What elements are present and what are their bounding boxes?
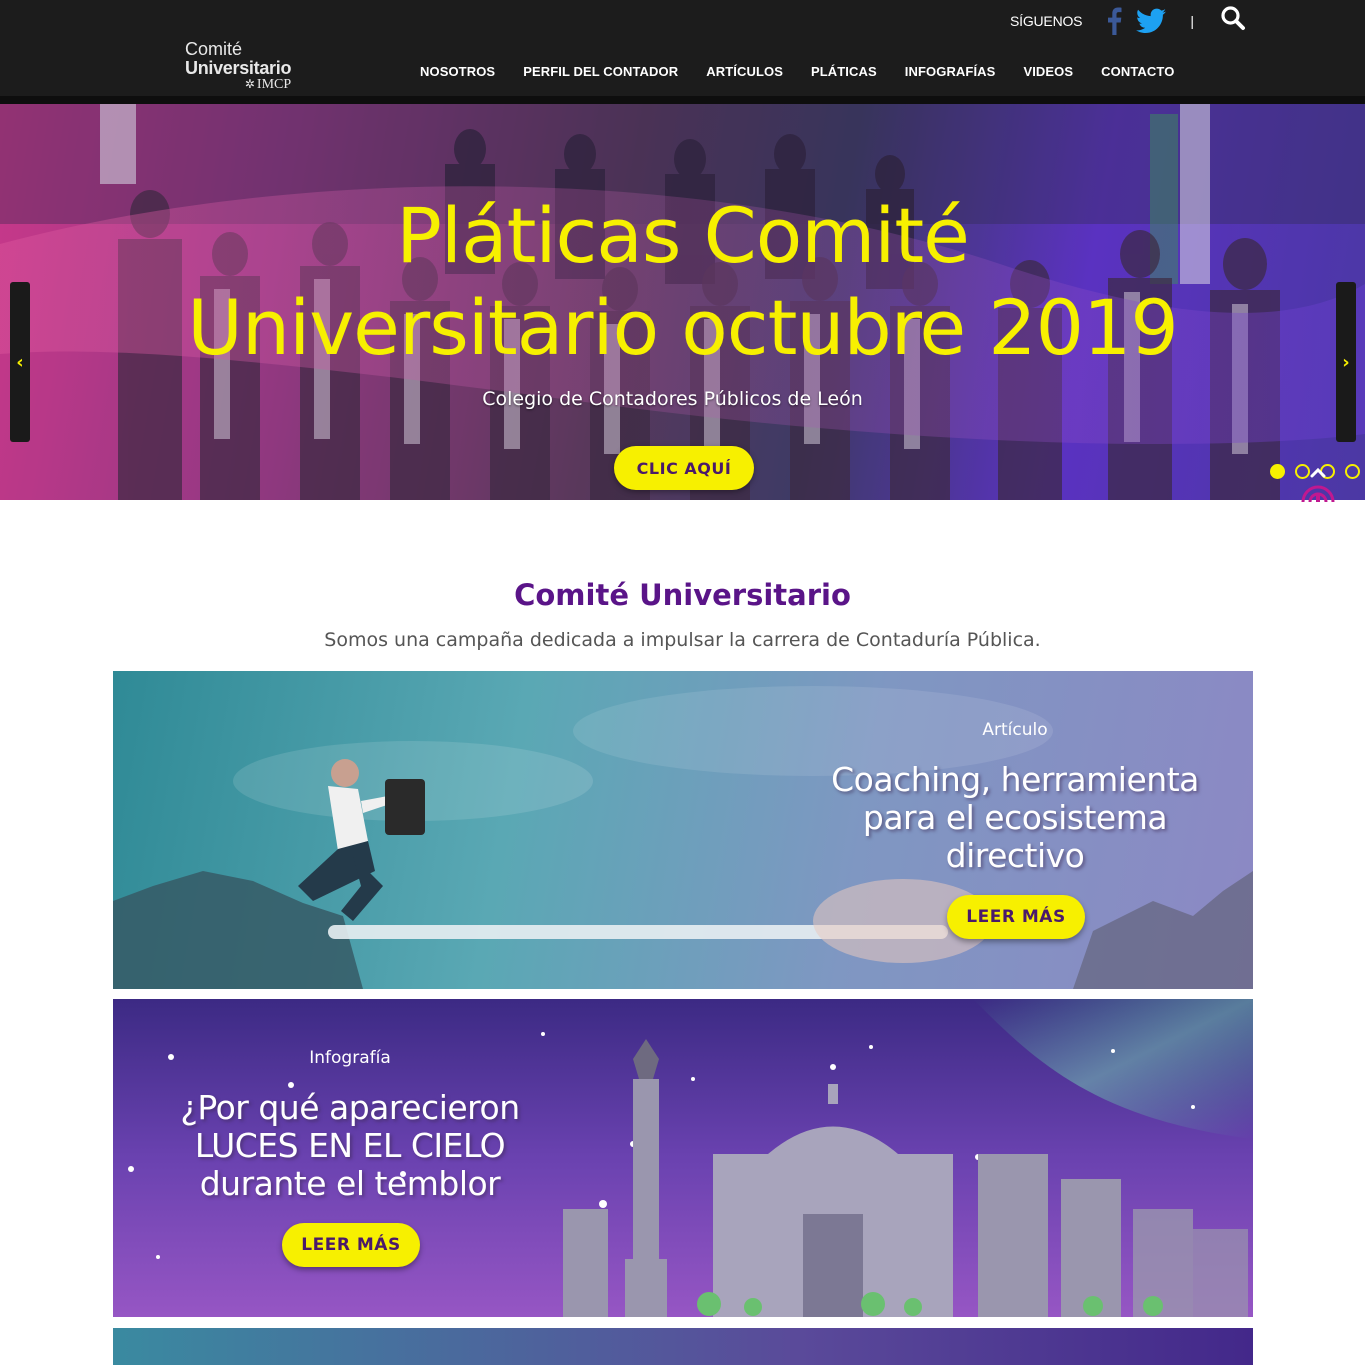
scroll-to-top-icon[interactable] xyxy=(1300,462,1336,506)
hero-cta-button[interactable]: CLIC AQUÍ xyxy=(614,446,754,490)
nav-articulos[interactable]: ARTÍCULOS xyxy=(706,64,783,79)
hero-title-line-1: Pláticas Comité xyxy=(396,191,970,280)
chevron-right-icon: › xyxy=(1342,351,1350,373)
slider-dot-1[interactable] xyxy=(1270,464,1285,479)
twitter-icon[interactable] xyxy=(1136,8,1167,34)
card-title-line-2: LUCES EN EL CIELO xyxy=(194,1126,506,1165)
hero-title: Pláticas Comité Universitario octubre 20… xyxy=(0,190,1365,374)
read-more-button[interactable]: LEER MÁS xyxy=(947,895,1085,939)
main-nav: NOSOTROS PERFIL DEL CONTADOR ARTÍCULOS P… xyxy=(420,64,1202,79)
card-title-line-3: directivo xyxy=(945,836,1085,875)
hero-subtitle: Colegio de Contadores Públicos de León xyxy=(482,388,863,410)
slider-prev-button[interactable]: ‹ xyxy=(10,282,30,442)
card-title-line-1: Coaching, herramienta xyxy=(831,760,1199,799)
nav-platicas[interactable]: PLÁTICAS xyxy=(811,64,877,79)
infographic-card-luces[interactable]: Infografía ¿Por qué aparecieron LUCES EN… xyxy=(113,999,1253,1317)
site-header: Comité Universitario ✲ IMCP SÍGUENOS | NO… xyxy=(0,0,1365,96)
article-card-coaching[interactable]: Artículo Coaching, herramienta para el e… xyxy=(113,671,1253,989)
social-separator: | xyxy=(1190,13,1194,29)
logo-line-1: Comité xyxy=(185,39,243,59)
logo-line-3: ✲ IMCP xyxy=(185,78,291,92)
site-logo[interactable]: Comité Universitario ✲ IMCP xyxy=(185,40,291,92)
section-title: Comité Universitario xyxy=(514,578,851,612)
slider-next-button[interactable]: › xyxy=(1336,282,1356,442)
card-category-label: Infografía xyxy=(309,1048,391,1068)
read-more-button[interactable]: LEER MÁS xyxy=(282,1223,420,1267)
hero-title-line-2: Universitario octubre 2019 xyxy=(187,283,1178,372)
section-description: Somos una campaña dedicada a impulsar la… xyxy=(324,629,1041,651)
nav-nosotros[interactable]: NOSOTROS xyxy=(420,64,495,79)
logo-imcp-text: IMCP xyxy=(256,77,292,92)
social-bar: SÍGUENOS | xyxy=(1010,6,1194,36)
card-title-line-3: durante el temblor xyxy=(199,1164,501,1203)
logo-line-2: Universitario xyxy=(185,58,292,78)
card-title-line-1: ¿Por qué aparecieron xyxy=(180,1088,520,1127)
chevron-left-icon: ‹ xyxy=(16,351,24,373)
slider-dot-4[interactable] xyxy=(1345,464,1360,479)
hero-slider: Pláticas Comité Universitario octubre 20… xyxy=(0,104,1365,500)
siguenos-label: SÍGUENOS xyxy=(1010,13,1083,29)
nav-videos[interactable]: VIDEOS xyxy=(1023,64,1073,79)
facebook-icon[interactable] xyxy=(1106,7,1122,35)
nav-contacto[interactable]: CONTACTO xyxy=(1101,64,1174,79)
search-icon[interactable] xyxy=(1220,5,1246,31)
card-title: Coaching, herramienta para el ecosistema… xyxy=(815,761,1215,875)
next-card-preview[interactable] xyxy=(113,1328,1253,1365)
nav-perfil-del-contador[interactable]: PERFIL DEL CONTADOR xyxy=(523,64,678,79)
nav-infografias[interactable]: INFOGRAFÍAS xyxy=(905,64,996,79)
card-title-line-2: para el ecosistema xyxy=(862,798,1168,837)
card-title: ¿Por qué aparecieron LUCES EN EL CIELO d… xyxy=(150,1089,550,1203)
imcp-star-icon: ✲ xyxy=(244,77,255,91)
header-divider xyxy=(0,96,1365,104)
card-category-label: Artículo xyxy=(982,720,1048,740)
